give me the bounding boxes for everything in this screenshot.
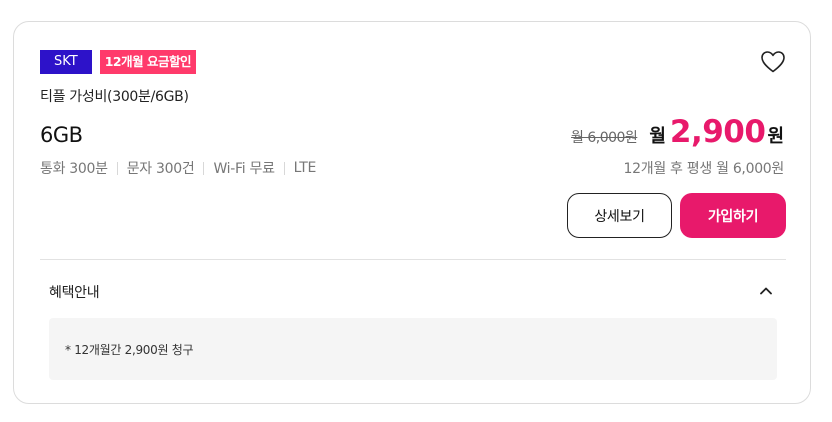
sale-price: 2,900 — [669, 114, 766, 150]
price-row: 월 6,000원 월 2,900 원 — [571, 114, 784, 150]
data-amount: 6GB — [40, 123, 83, 147]
discount-badge: 12개월 요금할인 — [99, 50, 196, 74]
plan-card: SKT 12개월 요금할인 티플 가성비(300분/6GB) 6GB 통화 30… — [13, 21, 811, 404]
feature-list: 통화 300분 문자 300건 Wi-Fi 무료 LTE — [40, 158, 316, 178]
plan-name: 티플 가성비(300분/6GB) — [40, 89, 189, 105]
benefit-title: 혜택안내 — [49, 285, 100, 301]
badge-group: SKT 12개월 요금할인 — [40, 50, 196, 74]
collapse-icon — [760, 287, 772, 295]
feature-call: 통화 300분 — [40, 161, 108, 177]
feature-divider — [116, 161, 118, 175]
benefit-text: * 12개월간 2,900원 청구 — [65, 343, 194, 357]
feature-sms: 문자 300건 — [126, 161, 195, 177]
month-label: 월 — [649, 126, 666, 147]
feature-network: LTE — [293, 160, 317, 176]
feature-wifi: Wi-Fi 무료 — [213, 161, 275, 177]
feature-divider — [203, 161, 205, 175]
chevron-up-icon[interactable] — [758, 283, 774, 299]
after-price-note: 12개월 후 평생 월 6,000원 — [623, 161, 785, 177]
heart-icon[interactable] — [760, 50, 786, 74]
join-button[interactable]: 가입하기 — [680, 193, 786, 238]
carrier-badge: SKT — [40, 50, 92, 74]
currency-label: 원 — [767, 126, 784, 147]
original-price: 월 6,000원 — [571, 130, 638, 146]
heart-outline-icon — [761, 51, 785, 73]
detail-button[interactable]: 상세보기 — [567, 193, 672, 238]
section-divider — [40, 259, 786, 260]
benefit-box: * 12개월간 2,900원 청구 — [49, 318, 777, 380]
feature-divider — [283, 161, 285, 175]
